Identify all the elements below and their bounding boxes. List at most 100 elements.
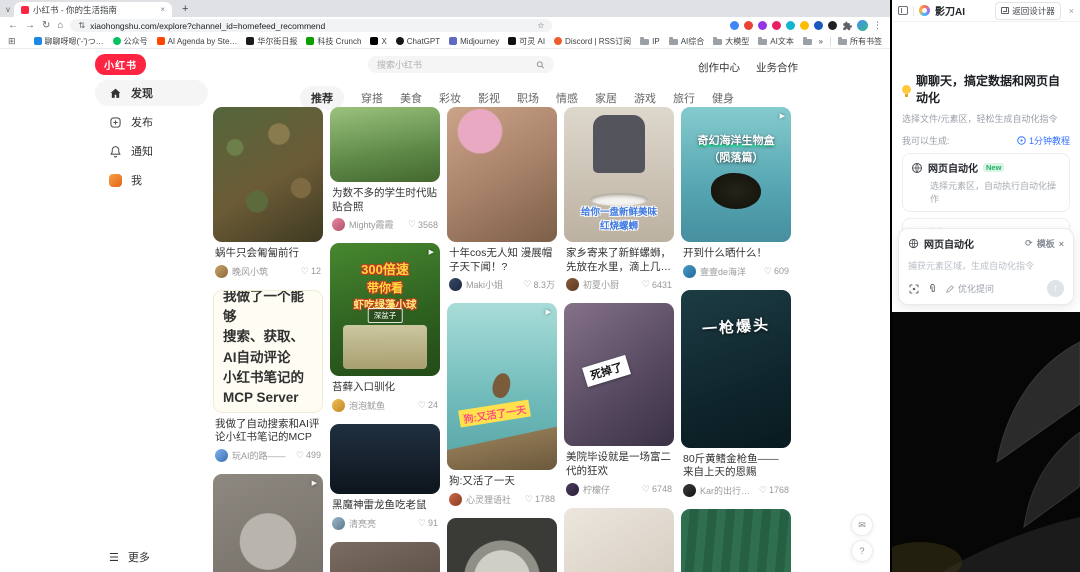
note-cover[interactable] [330,423,440,494]
feature-card-web-automation[interactable]: 网页自动化 New 选择元素区，自动执行自动化操作 [902,153,1070,212]
bookmark-item[interactable]: 聊聊呀嗯('-')つ… [33,36,104,47]
author-name[interactable]: Mighty霞霞 [349,218,404,231]
like-button[interactable]: ♡ 499 [296,450,321,461]
note-cover[interactable] [330,107,440,182]
forward-icon[interactable]: → [25,20,35,31]
author-name[interactable]: 泡泡鱿鱼 [349,399,414,412]
extension-icon[interactable] [758,21,767,30]
bookmarks-overflow-icon[interactable]: » [819,37,823,46]
note-title[interactable]: 蜗牛只会匍匐前行 [215,247,321,261]
like-button[interactable]: ♡ 6748 [642,484,672,495]
browser-menu-icon[interactable]: ⋮ [873,20,882,31]
category-tab[interactable]: 美食 [400,90,422,106]
note-cover[interactable] [564,507,674,572]
feedback-button[interactable]: ✉ [851,514,873,536]
composer-placeholder[interactable]: 捕获元素区域，生成自动化指令 [908,259,1064,272]
note-title[interactable]: 家乡寄来了新鲜螺蛳，先放在水里，滴上几滴香油净养一天，然后配上辣椒.. [566,247,672,274]
category-tab[interactable]: 影视 [478,90,500,106]
like-button[interactable]: ♡ 24 [418,400,438,411]
author-name[interactable]: 壹壹de海洋 [700,265,760,278]
bookmark-item[interactable]: 公众号 [112,36,148,47]
ai-composer[interactable]: 网页自动化 ⟳ 模板 × 捕获元素区域，生成自动化指令 优化提问 ↑ [898,228,1074,305]
note-cover[interactable]: 死掉了 [564,303,674,447]
sidebar-item-me[interactable]: 我 [95,167,208,193]
like-button[interactable]: ♡ 1768 [759,485,789,496]
like-button[interactable]: ♡ 3568 [408,219,438,230]
author-name[interactable]: 晚风小筑 [232,265,297,278]
send-button[interactable]: ↑ [1047,280,1064,297]
note-title[interactable]: 十年cos无人知 漫展帽子天下闻！? [449,247,555,274]
bookmark-item[interactable]: AI Agenda by Ste… [156,37,237,46]
back-icon[interactable]: ← [8,20,18,31]
bookmark-item[interactable]: ChatGPT [395,37,440,46]
panel-close-icon[interactable]: × [1069,6,1074,16]
note-title[interactable]: 开到什么晒什么！ [683,247,789,261]
note-cover[interactable] [681,508,791,572]
capture-element-icon[interactable] [908,283,920,295]
bookmark-folder[interactable]: 大模型 [713,36,749,47]
note-title[interactable]: 80斤黄鳍金枪鱼——来自上天的恩赐 [683,453,789,480]
address-bar[interactable]: ⇅ xiaohongshu.com/explore?channel_id=hom… [70,19,553,32]
avatar[interactable] [683,483,696,497]
sidebar-item-publish[interactable]: 发布 [95,109,208,135]
avatar[interactable] [215,448,228,462]
note-title[interactable]: 为数不多的学生时代贴贴合照 [332,187,438,214]
note-cover[interactable]: ▶ [213,473,323,572]
sidebar-item-notifications[interactable]: 通知 [95,138,208,164]
note-title[interactable]: 苔藓入口驯化 [332,381,438,395]
avatar[interactable] [449,492,462,506]
avatar[interactable] [215,264,228,278]
category-tab[interactable]: 职场 [517,90,539,106]
tab-search-icon[interactable]: v [6,5,10,14]
extension-icon[interactable] [814,21,823,30]
reload-icon[interactable]: ↻ [42,20,50,31]
note-cover[interactable]: ▶ 300倍速 带你看 虾吃绿藻小球 深盆子 [330,243,440,377]
like-button[interactable]: ♡ 6431 [642,279,672,290]
avatar[interactable] [332,218,345,232]
like-button[interactable]: ♡ 12 [301,266,321,277]
search-bar[interactable] [368,56,554,73]
xiaohongshu-logo[interactable]: 小红书 [95,54,146,75]
avatar[interactable] [566,482,579,496]
bookmark-item[interactable]: Midjourney [449,37,499,46]
extension-icon[interactable] [772,21,781,30]
category-tab[interactable]: 健身 [712,90,734,106]
like-button[interactable]: ♡ 91 [418,518,438,529]
search-input[interactable] [377,59,530,70]
business-link[interactable]: 业务合作 [756,60,798,75]
sidebar-more[interactable]: ☰ 更多 [109,549,150,565]
bookmark-star-icon[interactable]: ☆ [537,21,544,30]
panel-collapse-icon[interactable] [898,6,908,15]
category-tab[interactable]: 穿搭 [361,90,383,106]
help-button[interactable]: ? [851,540,873,562]
new-tab-button[interactable]: + [182,3,188,15]
browser-tab[interactable]: 小红书 - 你的生活指南 × [14,2,172,17]
optimize-question-button[interactable]: 优化提问 [945,282,994,295]
note-cover[interactable]: 我做了一个能够 搜索、获取、 AI自动评论 小红书笔记的 MCP Server [213,289,323,413]
template-refresh-icon[interactable]: ⟳ [1025,238,1033,249]
all-bookmarks[interactable]: 所有书签 [838,36,882,47]
author-name[interactable]: 玩AI的路—— [232,449,292,462]
note-cover[interactable]: 一枪爆头 [681,289,791,448]
extension-icon[interactable] [800,21,809,30]
bookmark-item[interactable]: X [370,37,387,46]
avatar[interactable] [449,278,462,292]
bookmark-folder[interactable]: IP [640,36,660,46]
extension-icon[interactable] [828,21,837,30]
note-title[interactable]: 黑魔神雷龙鱼吃老鼠 [332,499,438,513]
category-tab[interactable]: 彩妆 [439,90,461,106]
bookmark-item[interactable]: 科技 Crunch [306,36,361,47]
bookmark-folder[interactable]: AI文本 [758,36,794,47]
bookmark-item[interactable]: 华尔街日报 [246,36,297,47]
like-button[interactable]: ♡ 1788 [525,494,555,505]
category-tab[interactable]: 家居 [595,90,617,106]
author-name[interactable]: Kar的出行日记 [700,484,755,497]
note-title[interactable]: 美院毕设就是一场富二代的狂欢 [566,451,672,478]
template-button[interactable]: 模板 [1037,237,1055,250]
avatar[interactable] [332,398,345,412]
bookmark-item[interactable]: Discord | RSS订阅 [554,36,631,47]
extension-icon[interactable] [730,21,739,30]
author-name[interactable]: Maki小姐 [466,278,519,291]
search-icon[interactable] [536,60,545,70]
site-info-icon[interactable]: ⇅ [78,21,85,30]
